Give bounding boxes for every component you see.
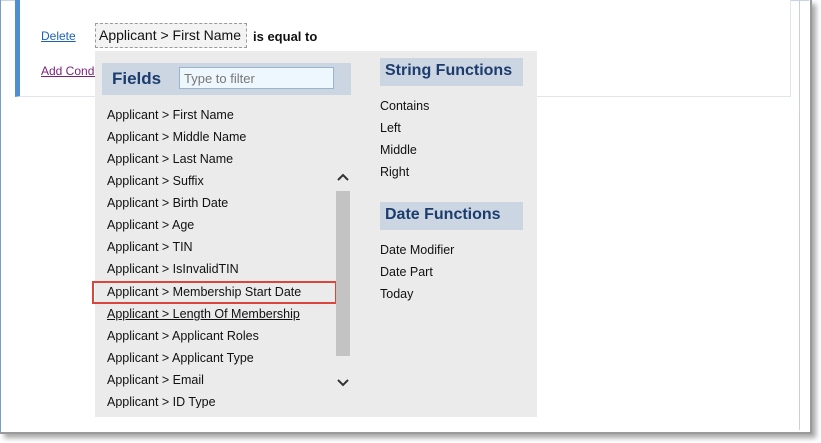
chevron-down-icon[interactable] <box>335 375 351 393</box>
add-condition-link[interactable]: Add Condi <box>41 64 97 78</box>
scrollbar-thumb[interactable] <box>336 191 350 356</box>
date-functions-title: Date Functions <box>385 206 501 223</box>
window-frame: Delete Applicant > First Name is equal t… <box>0 0 812 434</box>
field-item-email[interactable]: Applicant > Email <box>107 373 204 387</box>
field-item-isinvalidtin[interactable]: Applicant > IsInvalidTIN <box>107 262 239 276</box>
date-functions-header: Date Functions <box>380 202 523 230</box>
fn-contains[interactable]: Contains <box>380 99 429 113</box>
operator-label: is equal to <box>253 29 318 44</box>
field-item-last-name[interactable]: Applicant > Last Name <box>107 152 233 166</box>
field-item-first-name[interactable]: Applicant > First Name <box>107 108 234 122</box>
fn-date-modifier[interactable]: Date Modifier <box>380 243 454 257</box>
fields-title: Fields <box>112 69 162 88</box>
filter-input[interactable] <box>179 67 334 89</box>
delete-link[interactable]: Delete <box>41 29 76 43</box>
field-item-length-of-membership[interactable]: Applicant > Length Of Membership <box>107 307 300 321</box>
fn-middle[interactable]: Middle <box>380 143 417 157</box>
field-item-birth-date[interactable]: Applicant > Birth Date <box>107 196 228 210</box>
right-divider <box>799 0 800 430</box>
selected-field-box[interactable]: Applicant > First Name <box>95 23 247 48</box>
field-picker-dropdown: Fields Applicant > First Name Applicant … <box>92 51 537 417</box>
field-item-applicant-type[interactable]: Applicant > Applicant Type <box>107 351 254 365</box>
field-item-tin[interactable]: Applicant > TIN <box>107 240 193 254</box>
fn-today[interactable]: Today <box>380 287 413 301</box>
field-item-membership-start-date[interactable]: Applicant > Membership Start Date <box>107 285 301 299</box>
fields-header: Fields <box>102 63 351 95</box>
field-list: Applicant > First Name Applicant > Middl… <box>95 103 351 408</box>
fn-right[interactable]: Right <box>380 165 409 179</box>
chevron-up-icon[interactable] <box>335 169 351 187</box>
fn-date-part[interactable]: Date Part <box>380 265 433 279</box>
string-functions-header: String Functions <box>380 58 523 86</box>
field-item-id-type[interactable]: Applicant > ID Type <box>107 395 216 408</box>
field-item-suffix[interactable]: Applicant > Suffix <box>107 174 204 188</box>
field-item-age[interactable]: Applicant > Age <box>107 218 194 232</box>
field-item-middle-name[interactable]: Applicant > Middle Name <box>107 130 246 144</box>
field-item-applicant-roles[interactable]: Applicant > Applicant Roles <box>107 329 259 343</box>
fn-left[interactable]: Left <box>380 121 401 135</box>
field-list-scrollbar[interactable] <box>335 103 351 405</box>
string-functions-title: String Functions <box>385 62 513 79</box>
